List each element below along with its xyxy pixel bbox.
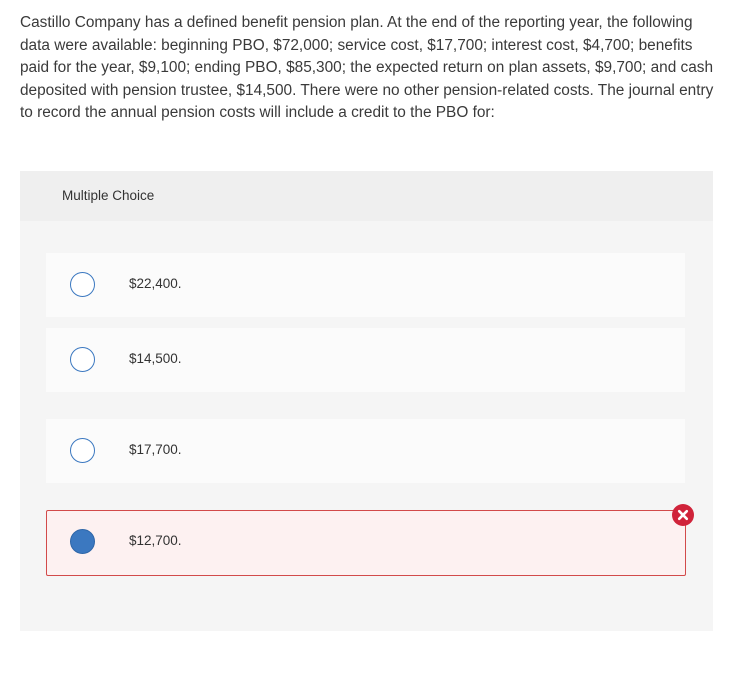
answer-option-label: $22,400. xyxy=(129,276,182,291)
answer-option-3[interactable]: $17,700. xyxy=(46,419,685,483)
answer-option-1[interactable]: $22,400. xyxy=(46,253,685,317)
answer-option-4-selected-incorrect[interactable]: $12,700. xyxy=(46,510,686,576)
radio-button-selected-icon[interactable] xyxy=(70,529,95,554)
answer-option-label: $14,500. xyxy=(129,351,182,366)
answer-option-label: $12,700. xyxy=(129,533,182,548)
x-mark-icon xyxy=(677,509,689,521)
question-text: Castillo Company has a defined benefit p… xyxy=(20,14,714,121)
answer-option-2[interactable]: $14,500. xyxy=(46,328,685,392)
radio-button-icon[interactable] xyxy=(70,272,95,297)
radio-button-icon[interactable] xyxy=(70,438,95,463)
x-circle-icon xyxy=(672,504,694,526)
multiple-choice-title: Multiple Choice xyxy=(62,188,155,203)
answer-option-label: $17,700. xyxy=(129,442,182,457)
radio-button-icon[interactable] xyxy=(70,347,95,372)
multiple-choice-panel: Multiple Choice $22,400. $14,500. $17,70… xyxy=(20,171,713,631)
multiple-choice-header: Multiple Choice xyxy=(20,171,713,221)
